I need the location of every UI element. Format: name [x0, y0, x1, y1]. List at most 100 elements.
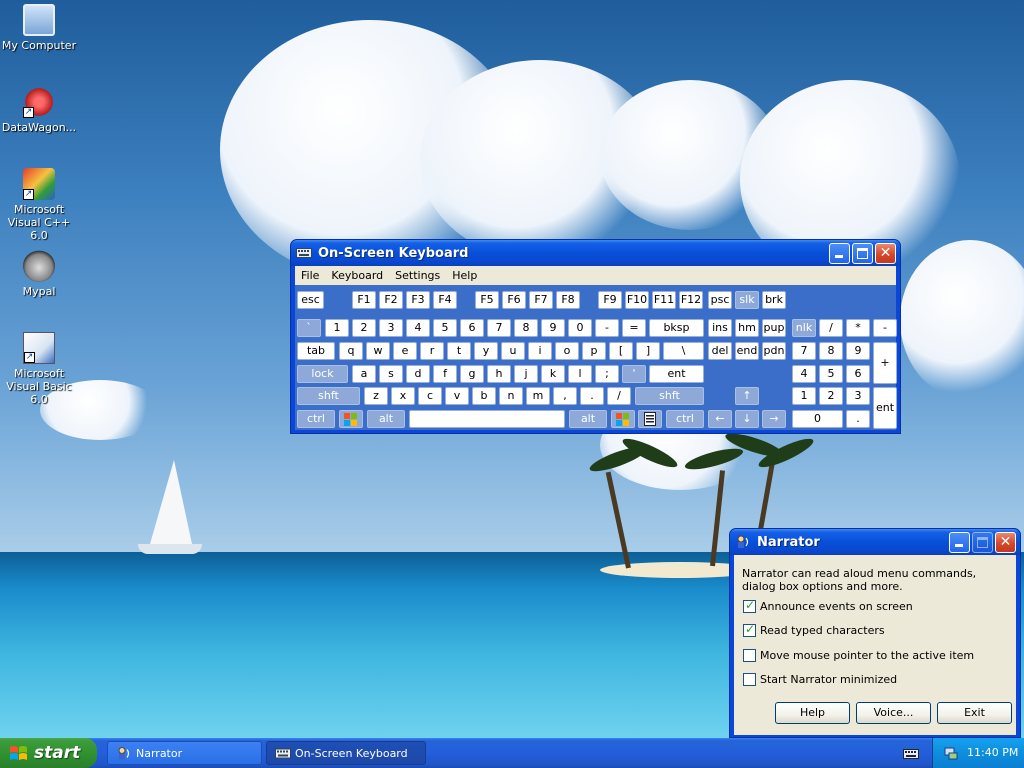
key-minus[interactable]: -	[595, 319, 619, 337]
key-menu[interactable]	[638, 410, 662, 428]
key-r[interactable]: r	[420, 342, 444, 360]
osk-titlebar[interactable]: On-Screen Keyboard ✕	[291, 240, 900, 266]
key-backslash[interactable]: \	[663, 342, 704, 360]
key-print-screen[interactable]: psc	[708, 291, 732, 309]
key-comma[interactable]: ,	[553, 387, 577, 405]
key-right-ctrl[interactable]: ctrl	[666, 410, 704, 428]
key-t[interactable]: t	[447, 342, 471, 360]
key-end[interactable]: end	[735, 342, 759, 360]
key-f7[interactable]: F7	[529, 291, 553, 309]
announce-events-checkbox[interactable]	[743, 598, 756, 613]
key-numpad-3[interactable]: 3	[846, 387, 870, 405]
key-1[interactable]: 1	[325, 319, 349, 337]
key-left-bracket[interactable]: [	[609, 342, 633, 360]
option-start-minimized[interactable]: Start Narrator minimized	[743, 673, 897, 686]
minimize-button[interactable]	[949, 531, 970, 553]
key-f3[interactable]: F3	[406, 291, 430, 309]
key-space[interactable]	[409, 410, 565, 428]
key-semicolon[interactable]: ;	[595, 365, 619, 383]
key-numpad-4[interactable]: 4	[792, 365, 816, 383]
key-arrow-down[interactable]: ↓	[735, 410, 759, 428]
key-right-shift[interactable]: shft	[635, 387, 704, 405]
key-arrow-right[interactable]: →	[762, 410, 786, 428]
key-f8[interactable]: F8	[556, 291, 580, 309]
keyboard-tray-icon[interactable]	[903, 745, 919, 761]
key-right-windows[interactable]	[611, 410, 635, 428]
key-u[interactable]: u	[501, 342, 525, 360]
desktop-icon-my-computer[interactable]: My Computer	[0, 4, 79, 52]
key-numpad-multiply[interactable]: *	[846, 319, 870, 337]
key-backspace[interactable]: bksp	[649, 319, 704, 337]
key-f11[interactable]: F11	[652, 291, 676, 309]
key-insert[interactable]: ins	[708, 319, 732, 337]
key-9[interactable]: 9	[541, 319, 565, 337]
key-esc[interactable]: esc	[297, 291, 324, 309]
move-mouse-pointer-checkbox[interactable]	[743, 649, 756, 662]
key-8[interactable]: 8	[514, 319, 538, 337]
key-6[interactable]: 6	[460, 319, 484, 337]
key-l[interactable]: l	[568, 365, 592, 383]
key-numpad-1[interactable]: 1	[792, 387, 816, 405]
voice-button[interactable]: Voice...	[856, 702, 931, 724]
key-s[interactable]: s	[379, 365, 403, 383]
key-right-bracket[interactable]: ]	[636, 342, 660, 360]
key-f6[interactable]: F6	[502, 291, 526, 309]
key-arrow-up[interactable]: ↑	[735, 387, 759, 405]
key-f2[interactable]: F2	[379, 291, 403, 309]
key-f4[interactable]: F4	[433, 291, 457, 309]
key-g[interactable]: g	[460, 365, 484, 383]
key-numpad-divide[interactable]: /	[819, 319, 843, 337]
start-button[interactable]: start	[0, 738, 97, 768]
key-x[interactable]: x	[391, 387, 415, 405]
key-num-lock[interactable]: nlk	[792, 319, 816, 337]
key-delete[interactable]: del	[708, 342, 732, 360]
taskbar-item-on-screen-keyboard[interactable]: On-Screen Keyboard	[266, 741, 426, 765]
key-q[interactable]: q	[339, 342, 363, 360]
key-page-down[interactable]: pdn	[762, 342, 786, 360]
key-a[interactable]: a	[352, 365, 376, 383]
key-tab[interactable]: tab	[297, 342, 335, 360]
key-f10[interactable]: F10	[625, 291, 649, 309]
key-j[interactable]: j	[514, 365, 538, 383]
key-5[interactable]: 5	[433, 319, 457, 337]
key-quote[interactable]: '	[622, 365, 646, 383]
option-read-typed-characters[interactable]: Read typed characters	[743, 622, 885, 637]
key-w[interactable]: w	[366, 342, 390, 360]
key-0[interactable]: 0	[568, 319, 592, 337]
close-button[interactable]: ✕	[995, 531, 1016, 553]
maximize-button[interactable]	[852, 242, 873, 264]
key-numpad-enter[interactable]: ent	[873, 387, 897, 429]
key-caps-lock[interactable]: lock	[297, 365, 348, 383]
clock[interactable]: 11:40 PM	[967, 738, 1018, 768]
key-f1[interactable]: F1	[352, 291, 376, 309]
key-f5[interactable]: F5	[475, 291, 499, 309]
key-d[interactable]: d	[406, 365, 430, 383]
desktop-icon-mypal[interactable]: Mypal	[0, 250, 79, 298]
key-numpad-6[interactable]: 6	[846, 365, 870, 383]
key-numpad-0[interactable]: 0	[792, 410, 843, 428]
key-left-windows[interactable]	[339, 410, 363, 428]
key-right-alt[interactable]: alt	[569, 410, 607, 428]
key-c[interactable]: c	[418, 387, 442, 405]
desktop-icon-visual-basic[interactable]: ↗ Microsoft Visual Basic 6.0	[0, 332, 79, 406]
help-button[interactable]: Help	[775, 702, 850, 724]
network-icon[interactable]	[943, 745, 959, 761]
key-numpad-5[interactable]: 5	[819, 365, 843, 383]
key-enter[interactable]: ent	[649, 365, 704, 383]
key-y[interactable]: y	[474, 342, 498, 360]
key-slash[interactable]: /	[607, 387, 631, 405]
key-numpad-plus[interactable]: +	[873, 342, 897, 384]
key-7[interactable]: 7	[487, 319, 511, 337]
key-f12[interactable]: F12	[679, 291, 703, 309]
key-o[interactable]: o	[555, 342, 579, 360]
key-left-shift[interactable]: shft	[297, 387, 360, 405]
key-home[interactable]: hm	[735, 319, 759, 337]
option-announce-events[interactable]: Announce events on screen	[743, 598, 913, 613]
key-p[interactable]: p	[582, 342, 606, 360]
menu-keyboard[interactable]: Keyboard	[325, 269, 389, 282]
desktop-icon-datawagon[interactable]: ↗ DataWagon...	[0, 86, 79, 134]
minimize-button[interactable]	[829, 242, 850, 264]
key-break[interactable]: brk	[762, 291, 786, 309]
key-numpad-9[interactable]: 9	[846, 342, 870, 360]
key-f[interactable]: f	[433, 365, 457, 383]
